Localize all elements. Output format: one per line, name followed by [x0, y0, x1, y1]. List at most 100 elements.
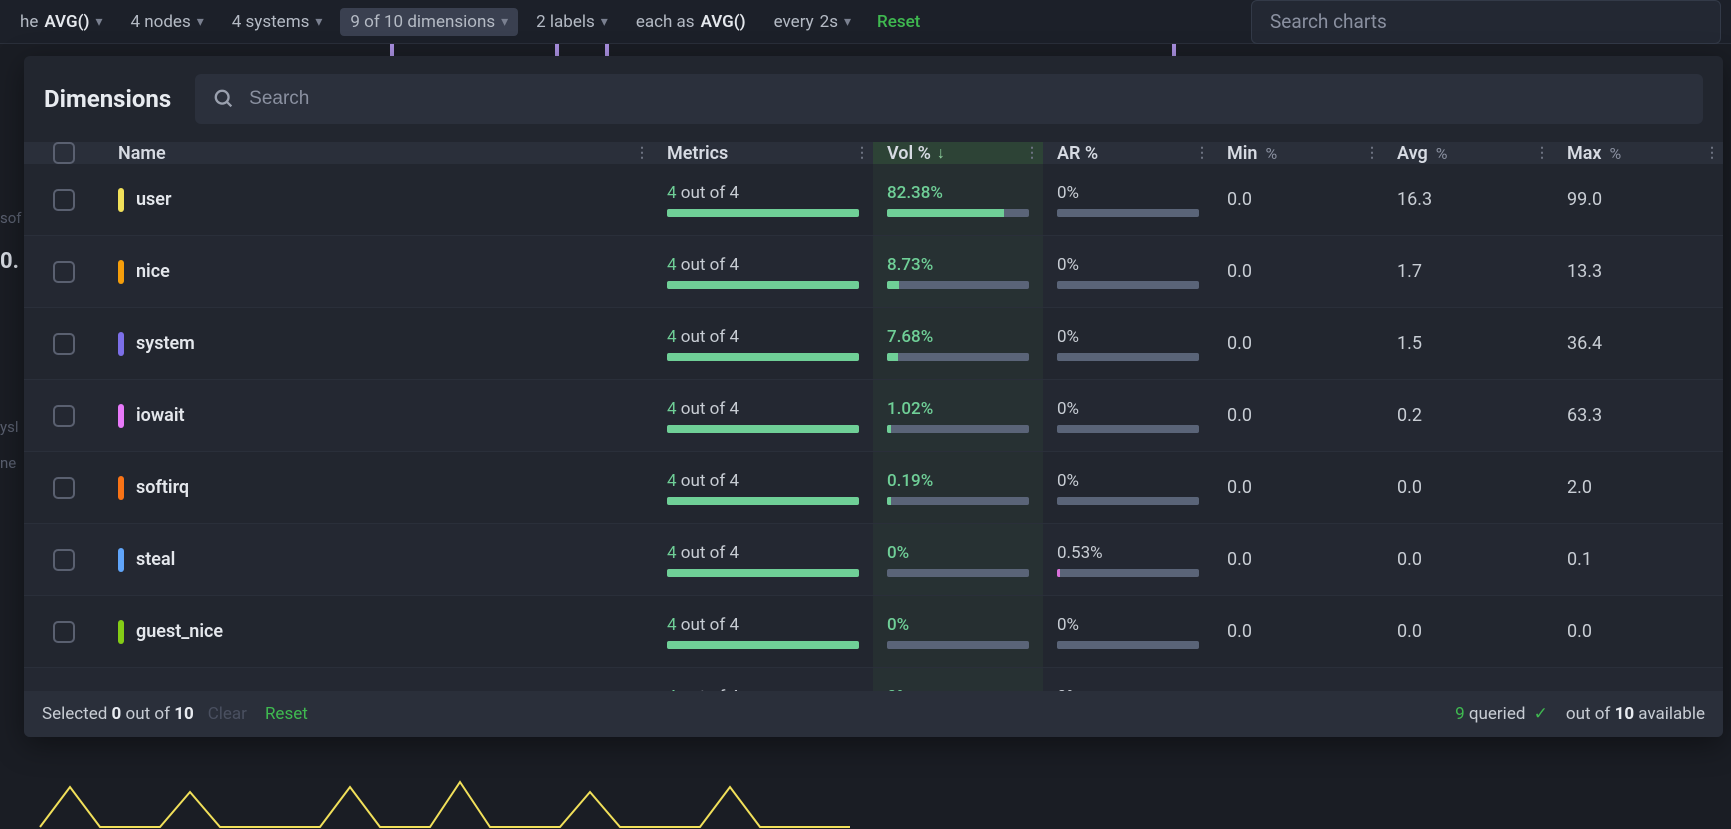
row-metrics-cell: 4 out of 4 — [653, 183, 873, 217]
row-checkbox[interactable] — [53, 189, 75, 211]
color-swatch — [118, 260, 124, 284]
row-metrics-cell: 4 out of 4 — [653, 327, 873, 361]
queried-status: 9 queried ✓ — [1455, 704, 1552, 724]
chevron-down-icon: ▾ — [197, 14, 204, 30]
color-swatch — [118, 188, 124, 212]
agg-prefix: he — [20, 12, 38, 32]
row-checkbox[interactable] — [53, 477, 75, 499]
row-ar-cell: 0.53% — [1043, 543, 1213, 577]
row-min: 0.0 — [1213, 189, 1383, 210]
metrics-bar — [667, 641, 859, 649]
row-vol-cell: 82.38% — [873, 164, 1043, 235]
select-all-checkbox[interactable] — [53, 142, 75, 164]
row-name-cell: system — [104, 332, 653, 356]
filter-dimensions[interactable]: 9 of 10 dimensions ▾ — [340, 8, 518, 36]
panel-search[interactable] — [195, 74, 1703, 124]
col-avg[interactable]: Avg% ⋮ — [1383, 142, 1553, 164]
row-max: 13.3 — [1553, 261, 1723, 282]
table-row[interactable]: guest 4 out of 4 0% 0% 0.0 0.0 0.0 — [24, 668, 1723, 691]
row-name: iowait — [136, 405, 185, 426]
col-max[interactable]: Max% ⋮ — [1553, 142, 1723, 164]
table-row[interactable]: system 4 out of 4 7.68% 0% 0.0 1.5 36.4 — [24, 308, 1723, 380]
filter-every[interactable]: every 2s ▾ — [764, 8, 861, 36]
column-menu-icon[interactable]: ⋮ — [855, 145, 867, 161]
search-charts-input[interactable]: Search charts — [1251, 0, 1721, 44]
row-avg: 1.5 — [1383, 333, 1553, 354]
row-min: 0.0 — [1213, 333, 1383, 354]
clear-selection[interactable]: Clear — [208, 704, 247, 724]
row-min: 0.0 — [1213, 477, 1383, 498]
row-name: softirq — [136, 477, 189, 498]
ar-bar — [1057, 569, 1199, 577]
filter-nodes[interactable]: 4 nodes ▾ — [120, 8, 213, 36]
row-avg: 0.0 — [1383, 477, 1553, 498]
row-checkbox[interactable] — [53, 621, 75, 643]
row-checkbox[interactable] — [53, 333, 75, 355]
filter-reset[interactable]: Reset — [877, 12, 920, 32]
background-labels: sof 0. ysl ne — [0, 200, 22, 481]
column-menu-icon[interactable]: ⋮ — [1705, 145, 1717, 161]
timeline-tick — [1172, 44, 1176, 56]
filter-each-as[interactable]: each as AVG() — [626, 8, 756, 36]
metrics-bar — [667, 353, 859, 361]
row-checkbox-cell — [24, 333, 104, 355]
row-metrics-cell: 4 out of 4 — [653, 615, 873, 649]
ar-bar — [1057, 425, 1199, 433]
search-charts-placeholder: Search charts — [1270, 10, 1387, 33]
row-checkbox-cell — [24, 621, 104, 643]
vol-bar — [887, 569, 1029, 577]
panel-search-input[interactable] — [249, 88, 1685, 110]
row-vol-cell: 1.02% — [873, 380, 1043, 451]
row-avg: 1.7 — [1383, 261, 1553, 282]
row-max: 99.0 — [1553, 189, 1723, 210]
column-menu-icon[interactable]: ⋮ — [1025, 145, 1037, 161]
row-checkbox-cell — [24, 405, 104, 427]
row-checkbox[interactable] — [53, 405, 75, 427]
row-checkbox[interactable] — [53, 261, 75, 283]
metrics-bar — [667, 569, 859, 577]
col-ar[interactable]: AR % ⋮ — [1043, 142, 1213, 164]
timeline-tick — [555, 44, 559, 56]
row-vol-cell: 7.68% — [873, 308, 1043, 379]
panel-header: Dimensions — [24, 56, 1723, 142]
table-row[interactable]: guest_nice 4 out of 4 0% 0% 0.0 0.0 0.0 — [24, 596, 1723, 668]
row-min: 0.0 — [1213, 621, 1383, 642]
column-menu-icon[interactable]: ⋮ — [635, 145, 647, 161]
metrics-bar — [667, 497, 859, 505]
col-name[interactable]: Name ⋮ — [104, 142, 653, 164]
sort-desc-icon: ↓ — [937, 143, 945, 163]
row-metrics-cell: 4 out of 4 — [653, 543, 873, 577]
row-min: 0.0 — [1213, 261, 1383, 282]
metrics-bar — [667, 209, 859, 217]
table-row[interactable]: user 4 out of 4 82.38% 0% 0.0 16.3 99.0 — [24, 164, 1723, 236]
chevron-down-icon: ▾ — [95, 14, 102, 30]
chevron-down-icon: ▾ — [844, 14, 851, 30]
filter-systems[interactable]: 4 systems ▾ — [222, 8, 333, 36]
column-menu-icon[interactable]: ⋮ — [1535, 145, 1547, 161]
table-row[interactable]: steal 4 out of 4 0% 0.53% 0.0 0.0 0.1 — [24, 524, 1723, 596]
ar-bar — [1057, 497, 1199, 505]
filter-aggregation[interactable]: he AVG() ▾ — [10, 8, 112, 36]
reset-selection[interactable]: Reset — [265, 704, 308, 724]
timeline-tick — [605, 44, 609, 56]
table-row[interactable]: iowait 4 out of 4 1.02% 0% 0.0 0.2 63.3 — [24, 380, 1723, 452]
ar-bar — [1057, 281, 1199, 289]
filter-labels[interactable]: 2 labels ▾ — [526, 8, 618, 36]
column-menu-icon[interactable]: ⋮ — [1195, 145, 1207, 161]
row-checkbox[interactable] — [53, 549, 75, 571]
row-ar-cell: 0% — [1043, 471, 1213, 505]
row-name: system — [136, 333, 195, 354]
row-name-cell: steal — [104, 548, 653, 572]
col-vol[interactable]: Vol % ↓ ⋮ — [873, 142, 1043, 164]
row-name-cell: iowait — [104, 404, 653, 428]
table-row[interactable]: nice 4 out of 4 8.73% 0% 0.0 1.7 13.3 — [24, 236, 1723, 308]
table-row[interactable]: softirq 4 out of 4 0.19% 0% 0.0 0.0 2.0 — [24, 452, 1723, 524]
col-metrics[interactable]: Metrics ⋮ — [653, 142, 873, 164]
table-header: Name ⋮ Metrics ⋮ Vol % ↓ ⋮ AR % ⋮ Min% ⋮… — [24, 142, 1723, 164]
background-chart — [0, 737, 1731, 829]
row-checkbox-cell — [24, 549, 104, 571]
color-swatch — [118, 332, 124, 356]
vol-bar — [887, 209, 1029, 217]
col-min[interactable]: Min% ⋮ — [1213, 142, 1383, 164]
column-menu-icon[interactable]: ⋮ — [1365, 145, 1377, 161]
